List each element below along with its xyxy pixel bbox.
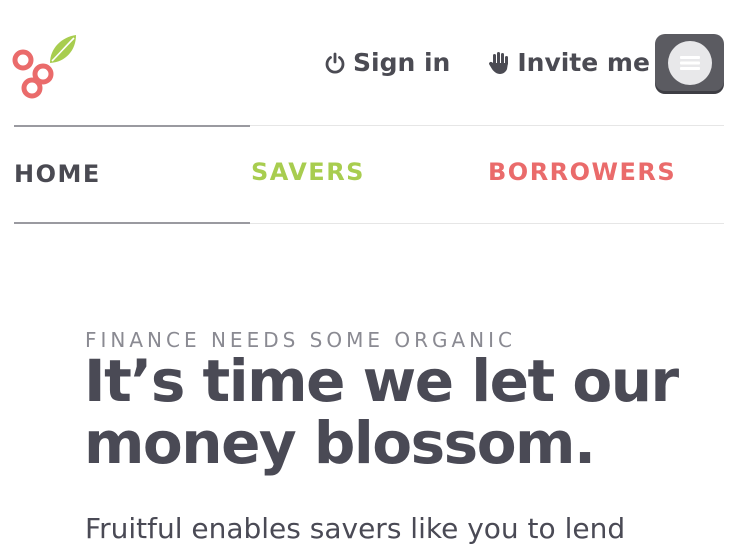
raised-hand-icon <box>488 51 510 75</box>
header-links: Sign in Invite me <box>324 48 650 77</box>
sign-in-link[interactable]: Sign in <box>324 48 450 77</box>
invite-me-label: Invite me <box>517 48 650 77</box>
active-tab-indicator-top <box>14 125 250 127</box>
power-icon <box>324 52 346 74</box>
menu-button[interactable] <box>655 34 724 91</box>
nav-tab-home[interactable]: HOME <box>14 160 101 188</box>
nav-tab-savers[interactable]: SAVERS <box>251 158 365 186</box>
headline-line-2: money blossom. <box>84 409 596 477</box>
menu-knob <box>667 40 712 85</box>
sign-in-label: Sign in <box>353 48 451 77</box>
hero-headline: It’s time we let our money blossom. <box>84 347 679 477</box>
active-tab-indicator-bottom <box>14 222 250 224</box>
hero-intro: Fruitful enables savers like you to lend <box>85 512 626 545</box>
nav-tab-borrowers[interactable]: BORROWERS <box>488 158 676 186</box>
headline-line-1: It’s time we let our <box>84 347 679 415</box>
fruitful-logo[interactable] <box>12 32 78 100</box>
hamburger-icon <box>679 55 700 70</box>
invite-me-link[interactable]: Invite me <box>488 48 650 77</box>
berries-logo-icon <box>12 35 76 99</box>
